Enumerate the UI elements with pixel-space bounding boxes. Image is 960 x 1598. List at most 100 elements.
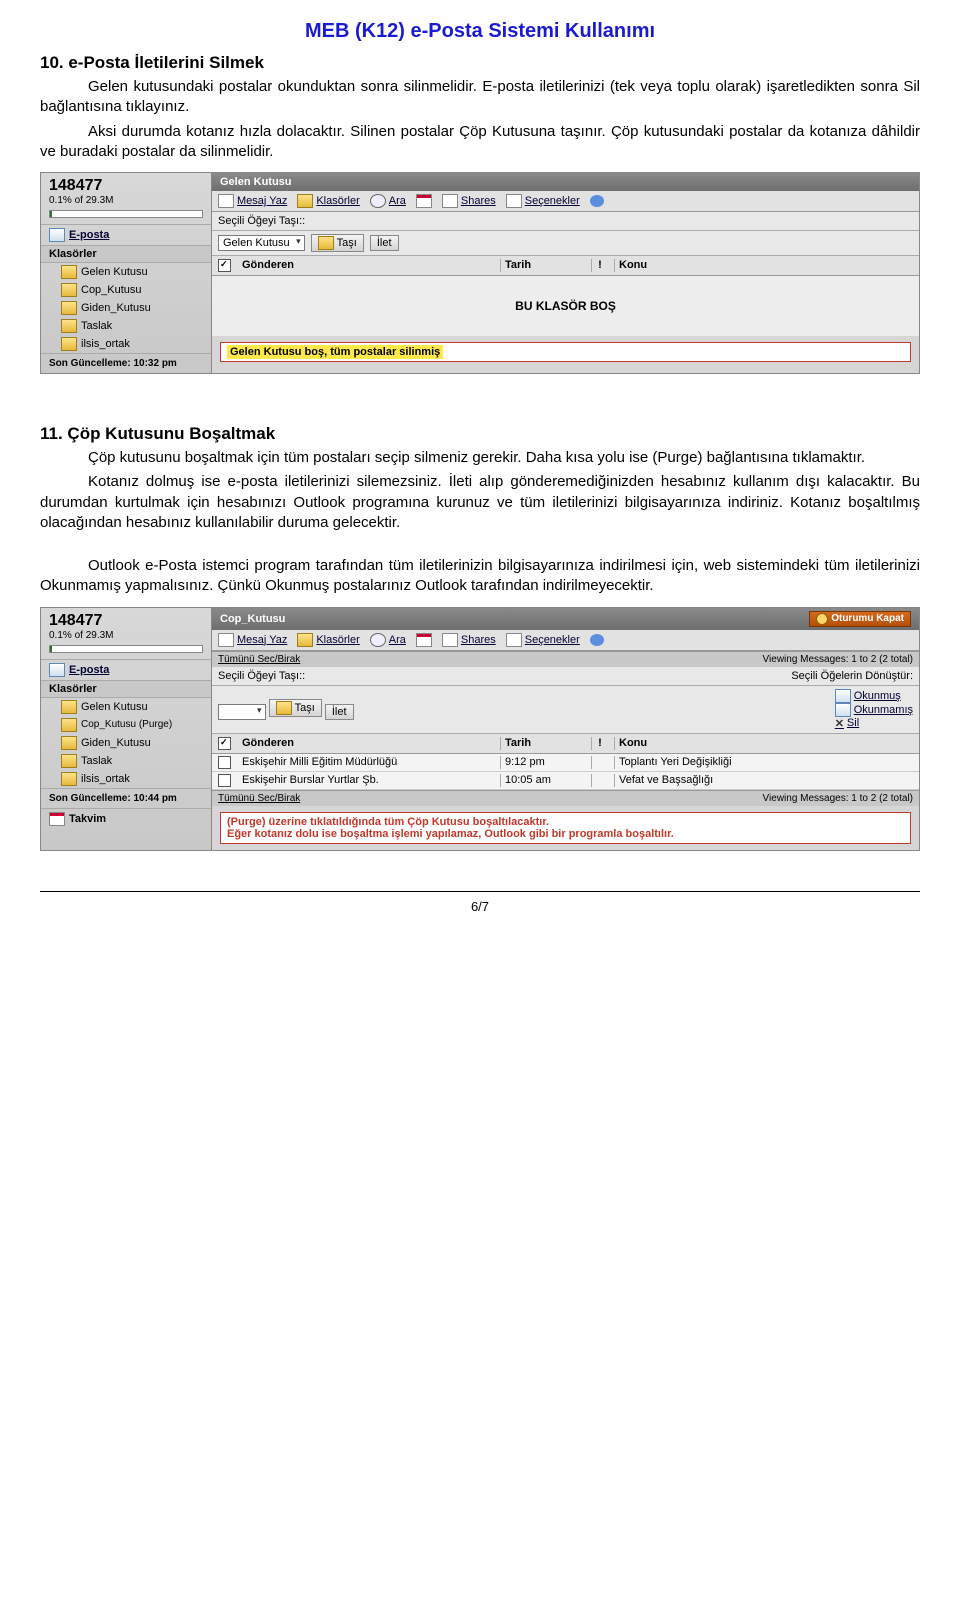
row-check[interactable] <box>218 774 231 787</box>
btn-klasorler[interactable]: Klasörler <box>297 633 359 647</box>
search-icon <box>370 194 386 208</box>
page-icon <box>218 194 234 208</box>
folder-icon <box>61 265 77 279</box>
callout-text: Gelen Kutusu boş, tüm postalar silinmiş <box>227 345 443 359</box>
sidebar-eposta[interactable]: E-posta <box>41 224 211 245</box>
page-icon <box>442 633 458 647</box>
envelope-open-icon <box>835 689 851 703</box>
folder-icon <box>61 718 77 732</box>
key-icon <box>816 613 828 625</box>
titlebar-text: Gelen Kutusu <box>220 176 292 188</box>
mark-read[interactable]: Okunmuş <box>835 689 913 703</box>
viewing-label: Viewing Messages: 1 to 2 (2 total) <box>763 654 913 665</box>
folder-cop[interactable]: Cop_Kutusu <box>41 281 211 299</box>
help-icon <box>590 195 604 207</box>
message-row[interactable]: Eskişehir Burslar Yurtlar Şb. 10:05 am V… <box>212 772 919 790</box>
btn-shares[interactable]: Shares <box>442 194 496 208</box>
col-from[interactable]: Gönderen <box>242 737 494 750</box>
col-priority[interactable]: ! <box>591 259 608 272</box>
move-label: Seçili Öğeyi Taşı:: <box>218 670 305 682</box>
btn-help[interactable] <box>590 195 604 207</box>
callout-empty: Gelen Kutusu boş, tüm postalar silinmiş <box>220 342 911 362</box>
col-date[interactable]: Tarih <box>500 259 585 272</box>
takvim-label: Takvim <box>69 813 106 825</box>
calendar-icon <box>416 194 432 208</box>
btn-secenekler[interactable]: Seçenekler <box>506 633 580 647</box>
move-bar: Seçili Öğeyi Taşı:: <box>212 212 919 231</box>
folder-icon <box>61 772 77 786</box>
select-all-bottom: Tümünü Sec/Birak Viewing Messages: 1 to … <box>212 790 919 806</box>
folder-giden[interactable]: Giden_Kutusu <box>41 734 211 752</box>
folder-icon <box>61 319 77 333</box>
select-all-link[interactable]: Tümünü Sec/Birak <box>218 654 300 665</box>
btn-klasorler[interactable]: Klasörler <box>297 194 359 208</box>
folder-cop[interactable]: Cop_Kutusu (Purge) <box>41 716 211 734</box>
folder-icon <box>276 701 292 715</box>
toolbar: Mesaj Yaz Klasörler Ara Shares Seçenekle… <box>212 191 919 212</box>
btn-mesaj-yaz[interactable]: Mesaj Yaz <box>218 194 287 208</box>
btn-help[interactable] <box>590 634 604 646</box>
folder-icon <box>318 236 334 250</box>
btn-ara[interactable]: Ara <box>370 194 406 208</box>
col-date[interactable]: Tarih <box>500 737 585 750</box>
search-icon <box>370 633 386 647</box>
btn-ilet[interactable]: İlet <box>370 235 399 251</box>
quota-bar <box>49 645 203 653</box>
select-all-link[interactable]: Tümünü Sec/Birak <box>218 793 300 804</box>
section-10-p1: Gelen kutusundaki postalar okunduktan so… <box>40 77 920 118</box>
move-bar2: Gelen Kutusu Taşı İlet <box>212 231 919 256</box>
folder-gelen[interactable]: Gelen Kutusu <box>41 263 211 281</box>
quota-number: 148477 <box>41 608 211 630</box>
page-footer-rule <box>40 891 920 892</box>
folder-ilsis[interactable]: ilsis_ortak <box>41 770 211 788</box>
check-all[interactable] <box>218 737 231 750</box>
quota-bar <box>49 210 203 218</box>
document-title: MEB (K12) e-Posta Sistemi Kullanımı <box>40 20 920 43</box>
help-icon <box>590 634 604 646</box>
col-from[interactable]: Gönderen <box>242 259 494 272</box>
calendar-icon <box>416 633 432 647</box>
mark-unread[interactable]: Okunmamış <box>835 703 913 717</box>
titlebar: Gelen Kutusu <box>212 173 919 191</box>
sidebar-eposta[interactable]: E-posta <box>41 659 211 680</box>
folder-icon <box>61 700 77 714</box>
btn-shares[interactable]: Shares <box>442 633 496 647</box>
folder-giden[interactable]: Giden_Kutusu <box>41 299 211 317</box>
folders-heading: Klasörler <box>41 680 211 698</box>
col-subject[interactable]: Konu <box>614 737 913 750</box>
btn-mesaj-yaz[interactable]: Mesaj Yaz <box>218 633 287 647</box>
col-subject[interactable]: Konu <box>614 259 913 272</box>
check-all[interactable] <box>218 259 231 272</box>
btn-ara[interactable]: Ara <box>370 633 406 647</box>
folder-select[interactable] <box>218 704 266 720</box>
col-priority[interactable]: ! <box>591 737 608 750</box>
section-11-p2: Kotanız dolmuş ise e-posta iletilerinizi… <box>40 472 920 533</box>
btn-cal[interactable] <box>416 194 432 208</box>
btn-tasi[interactable]: Taşı <box>311 234 364 252</box>
eposta-label: E-posta <box>69 229 109 241</box>
convert-label: Seçili Öğelerin Dönüştür: <box>791 670 913 682</box>
move-bar2: Taşı İlet Okunmuş Okunmamış ✕Sil <box>212 686 919 734</box>
btn-secenekler[interactable]: Seçenekler <box>506 194 580 208</box>
delete[interactable]: ✕Sil <box>835 717 913 730</box>
page-icon <box>218 633 234 647</box>
folder-ilsis[interactable]: ilsis_ortak <box>41 335 211 353</box>
screenshot-inbox-empty: 148477 0.1% of 29.3M E-posta Klasörler G… <box>40 172 920 374</box>
folder-select[interactable]: Gelen Kutusu <box>218 235 305 251</box>
folder-gelen[interactable]: Gelen Kutusu <box>41 698 211 716</box>
sidebar-takvim[interactable]: Takvim <box>41 808 211 829</box>
message-row[interactable]: Eskişehir Milli Eğitim Müdürlüğü 9:12 pm… <box>212 754 919 772</box>
btn-cal[interactable] <box>416 633 432 647</box>
folder-taslak[interactable]: Taslak <box>41 752 211 770</box>
logout-button[interactable]: Oturumu Kapat <box>809 611 911 627</box>
viewing-label: Viewing Messages: 1 to 2 (2 total) <box>763 793 913 804</box>
envelope-icon <box>49 663 65 677</box>
folder-taslak[interactable]: Taslak <box>41 317 211 335</box>
row-check[interactable] <box>218 756 231 769</box>
folder-icon <box>297 194 313 208</box>
section-11-heading: 11. Çöp Kutusunu Boşaltmak <box>40 424 920 444</box>
btn-ilet[interactable]: İlet <box>325 704 354 720</box>
delete-icon: ✕ <box>835 717 844 730</box>
callout-purge: (Purge) üzerine tıklatıldığında tüm Çöp … <box>220 812 911 844</box>
btn-tasi[interactable]: Taşı <box>269 699 322 717</box>
